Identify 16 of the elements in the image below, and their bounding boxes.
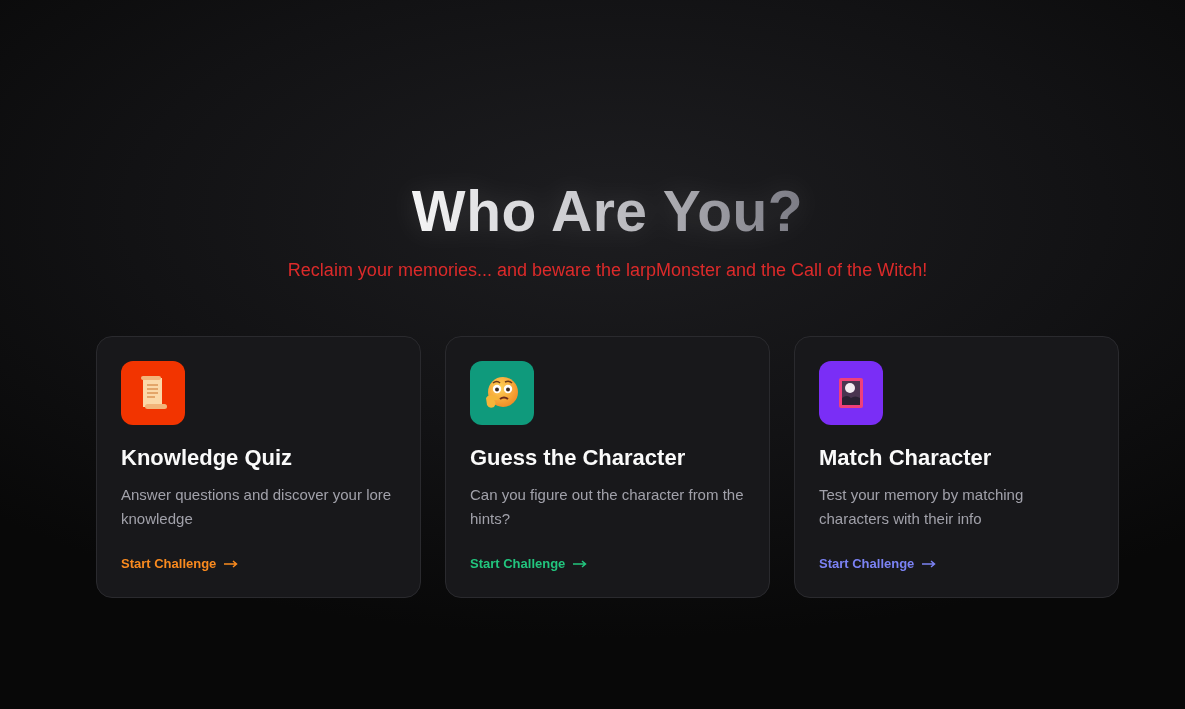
page-subtitle: Reclaim your memories... and beware the larpMonster and the Call of the Witch! <box>287 259 928 282</box>
arrow-icon <box>922 560 937 568</box>
game-card[interactable]: Knowledge Quiz Answer questions and discover your lore knowledge Start Challenge <box>96 336 421 598</box>
arrow-icon <box>573 560 588 568</box>
card-title: Knowledge Quiz <box>121 444 293 472</box>
card-description: Can you figure out the character from the hints? <box>470 485 745 529</box>
card-description: Answer questions and discover your lore knowledge <box>121 485 393 529</box>
game-card[interactable]: Match Character Test your memory by matching characters with their info Start Challenge <box>794 336 1119 598</box>
arrow-icon <box>224 560 239 568</box>
card-title: Match Character <box>819 444 992 472</box>
start-challenge-link[interactable]: Start Challenge <box>121 555 239 573</box>
card-description: Test your memory by matching characters with their info <box>819 485 1025 529</box>
start-challenge-link[interactable]: Start Challenge <box>470 555 588 573</box>
start-challenge-link[interactable]: Start Challenge <box>819 555 937 573</box>
card-title: Guess the Character <box>470 444 686 472</box>
game-card[interactable]: Guess the Character Can you figure out the character from the hints? Start Challenge <box>445 336 770 598</box>
